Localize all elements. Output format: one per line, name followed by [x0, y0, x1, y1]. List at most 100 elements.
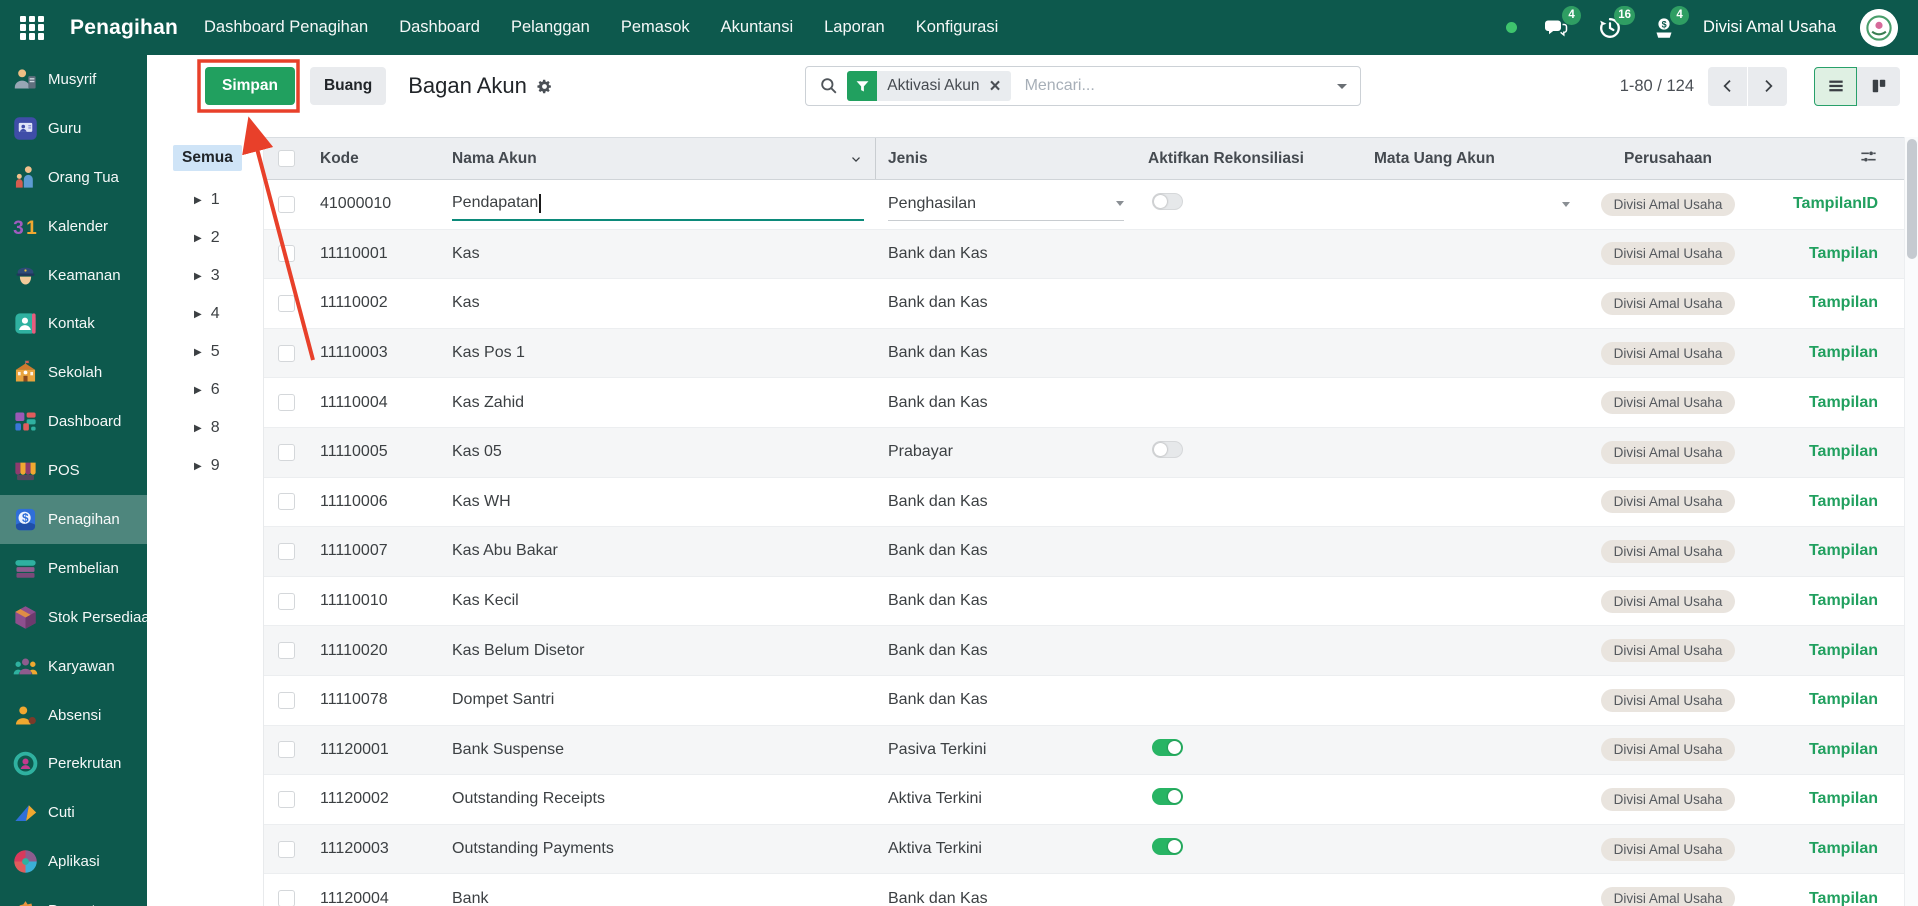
- messages-button[interactable]: 4: [1541, 14, 1571, 42]
- view-button[interactable]: Tampilan: [1809, 542, 1878, 560]
- table-row[interactable]: 11120001Bank SuspensePasiva TerkiniDivis…: [264, 726, 1904, 776]
- account-name-input[interactable]: Pendapatan: [452, 187, 864, 221]
- row-checkbox[interactable]: [278, 245, 295, 262]
- sidebar-item-keamanan[interactable]: Keamanan: [0, 251, 147, 300]
- header-company[interactable]: Perusahaan: [1582, 150, 1754, 168]
- view-button[interactable]: Tampilan: [1809, 691, 1878, 709]
- header-reconcile[interactable]: Aktifkan Rekonsiliasi: [1136, 150, 1362, 168]
- user-avatar[interactable]: [1860, 9, 1898, 47]
- list-view-button[interactable]: [1814, 67, 1857, 106]
- view-button[interactable]: Tampilan: [1809, 592, 1878, 610]
- row-checkbox[interactable]: [278, 543, 295, 560]
- header-type[interactable]: Jenis: [876, 150, 1136, 168]
- sidebar-item-kontak[interactable]: Kontak: [0, 299, 147, 348]
- view-button[interactable]: Tampilan: [1809, 741, 1878, 759]
- reconcile-toggle[interactable]: [1152, 193, 1183, 210]
- table-row[interactable]: 11110007Kas Abu BakarBank dan KasDivisi …: [264, 527, 1904, 577]
- view-button[interactable]: Tampilan: [1809, 245, 1878, 263]
- table-row[interactable]: 11110078Dompet SantriBank dan KasDivisi …: [264, 676, 1904, 726]
- view-button[interactable]: Tampilan: [1809, 344, 1878, 362]
- account-type-select[interactable]: Penghasilan: [888, 187, 1124, 221]
- topnav-item-konfigurasi[interactable]: Konfigurasi: [916, 18, 999, 37]
- sidebar-item-musyrif[interactable]: Musyrif: [0, 55, 147, 104]
- sidebar-item-perekrutan[interactable]: Perekrutan: [0, 739, 147, 788]
- company-switcher[interactable]: Divisi Amal Usaha: [1703, 18, 1836, 37]
- row-checkbox[interactable]: [278, 593, 295, 610]
- row-checkbox[interactable]: [278, 493, 295, 510]
- header-code[interactable]: Kode: [308, 150, 440, 168]
- view-button[interactable]: TampilanID: [1793, 195, 1878, 213]
- topnav-item-pemasok[interactable]: Pemasok: [621, 18, 690, 37]
- reconcile-toggle[interactable]: [1152, 739, 1183, 756]
- sidebar-item-kalender[interactable]: 31Kalender: [0, 202, 147, 251]
- filter-group-6[interactable]: ▶6: [147, 371, 263, 409]
- row-checkbox[interactable]: [278, 692, 295, 709]
- table-row[interactable]: 41000010PendapatanPenghasilanDivisi Amal…: [264, 180, 1904, 230]
- reconcile-toggle[interactable]: [1152, 788, 1183, 805]
- kanban-view-button[interactable]: [1857, 67, 1900, 106]
- search-input[interactable]: [1023, 76, 1325, 96]
- row-checkbox[interactable]: [278, 196, 295, 213]
- sidebar-item-pembelian[interactable]: Pembelian: [0, 544, 147, 593]
- sidebar-item-dashboard[interactable]: Dashboard: [0, 397, 147, 446]
- view-button[interactable]: Tampilan: [1809, 790, 1878, 808]
- sidebar-item-pos[interactable]: POS: [0, 446, 147, 495]
- sidebar-item-orang-tua[interactable]: Orang Tua: [0, 153, 147, 202]
- sidebar-item-guru[interactable]: Guru: [0, 104, 147, 153]
- view-button[interactable]: Tampilan: [1809, 840, 1878, 858]
- apps-menu-icon[interactable]: [20, 16, 44, 40]
- sidebar-item-absensi[interactable]: Absensi: [0, 691, 147, 740]
- topnav-item-dashboard[interactable]: Dashboard: [399, 18, 480, 37]
- currency-select[interactable]: [1374, 202, 1570, 207]
- row-checkbox[interactable]: [278, 345, 295, 362]
- save-button[interactable]: Simpan: [205, 67, 295, 105]
- row-checkbox[interactable]: [278, 295, 295, 312]
- select-all-checkbox[interactable]: [278, 150, 295, 167]
- table-row[interactable]: 11120003Outstanding PaymentsAktiva Terki…: [264, 825, 1904, 875]
- filter-group-2[interactable]: ▶2: [147, 219, 263, 257]
- table-row[interactable]: 11110006Kas WHBank dan KasDivisi Amal Us…: [264, 478, 1904, 528]
- header-currency[interactable]: Mata Uang Akun: [1362, 150, 1582, 168]
- cashier-button[interactable]: $ 4: [1649, 14, 1679, 42]
- activities-button[interactable]: 16: [1595, 14, 1625, 42]
- app-name[interactable]: Penagihan: [70, 16, 178, 40]
- table-row[interactable]: 11110010Kas KecilBank dan KasDivisi Amal…: [264, 577, 1904, 627]
- table-row[interactable]: 11110005Kas 05PrabayarDivisi Amal UsahaT…: [264, 428, 1904, 478]
- scrollbar-thumb[interactable]: [1907, 139, 1917, 259]
- topnav-item-laporan[interactable]: Laporan: [824, 18, 885, 37]
- sidebar-item-karyawan[interactable]: Karyawan: [0, 642, 147, 691]
- row-checkbox[interactable]: [278, 444, 295, 461]
- header-name[interactable]: Nama Akun: [440, 138, 876, 179]
- sidebar-item-sekolah[interactable]: Sekolah: [0, 348, 147, 397]
- filter-remove-icon[interactable]: ×: [989, 77, 1000, 96]
- filter-group-1[interactable]: ▶1: [147, 181, 263, 219]
- view-button[interactable]: Tampilan: [1809, 443, 1878, 461]
- table-row[interactable]: 11110020Kas Belum DisetorBank dan KasDiv…: [264, 626, 1904, 676]
- search-filter-chip[interactable]: Aktivasi Akun ×: [847, 71, 1010, 101]
- view-button[interactable]: Tampilan: [1809, 642, 1878, 660]
- view-button[interactable]: Tampilan: [1809, 890, 1878, 906]
- row-checkbox[interactable]: [278, 890, 295, 906]
- table-row[interactable]: 11120002Outstanding ReceiptsAktiva Terki…: [264, 775, 1904, 825]
- view-button[interactable]: Tampilan: [1809, 493, 1878, 511]
- table-row[interactable]: 11110001KasBank dan KasDivisi Amal Usaha…: [264, 230, 1904, 280]
- filter-group-8[interactable]: ▶8: [147, 409, 263, 447]
- action-gear-button[interactable]: [536, 78, 553, 95]
- optional-columns-button[interactable]: [1859, 147, 1878, 171]
- view-button[interactable]: Tampilan: [1809, 394, 1878, 412]
- reconcile-toggle[interactable]: [1152, 838, 1183, 855]
- search-dropdown-button[interactable]: [1324, 67, 1360, 105]
- sidebar-item-stok-persediaan[interactable]: Stok Persediaan: [0, 593, 147, 642]
- sidebar-item-pengaturan[interactable]: Pengaturan: [0, 886, 147, 906]
- sidebar-item-aplikasi[interactable]: Aplikasi: [0, 837, 147, 886]
- topnav-item-dashboard-penagihan[interactable]: Dashboard Penagihan: [204, 18, 368, 37]
- row-checkbox[interactable]: [278, 841, 295, 858]
- sidebar-item-cuti[interactable]: Cuti: [0, 788, 147, 837]
- filter-all[interactable]: Semua: [173, 145, 242, 171]
- topnav-item-pelanggan[interactable]: Pelanggan: [511, 18, 590, 37]
- pager-next-button[interactable]: [1748, 67, 1787, 106]
- sidebar-item-penagihan[interactable]: $Penagihan: [0, 495, 147, 544]
- reconcile-toggle[interactable]: [1152, 441, 1183, 458]
- filter-group-9[interactable]: ▶9: [147, 447, 263, 485]
- table-row[interactable]: 11110003Kas Pos 1Bank dan KasDivisi Amal…: [264, 329, 1904, 379]
